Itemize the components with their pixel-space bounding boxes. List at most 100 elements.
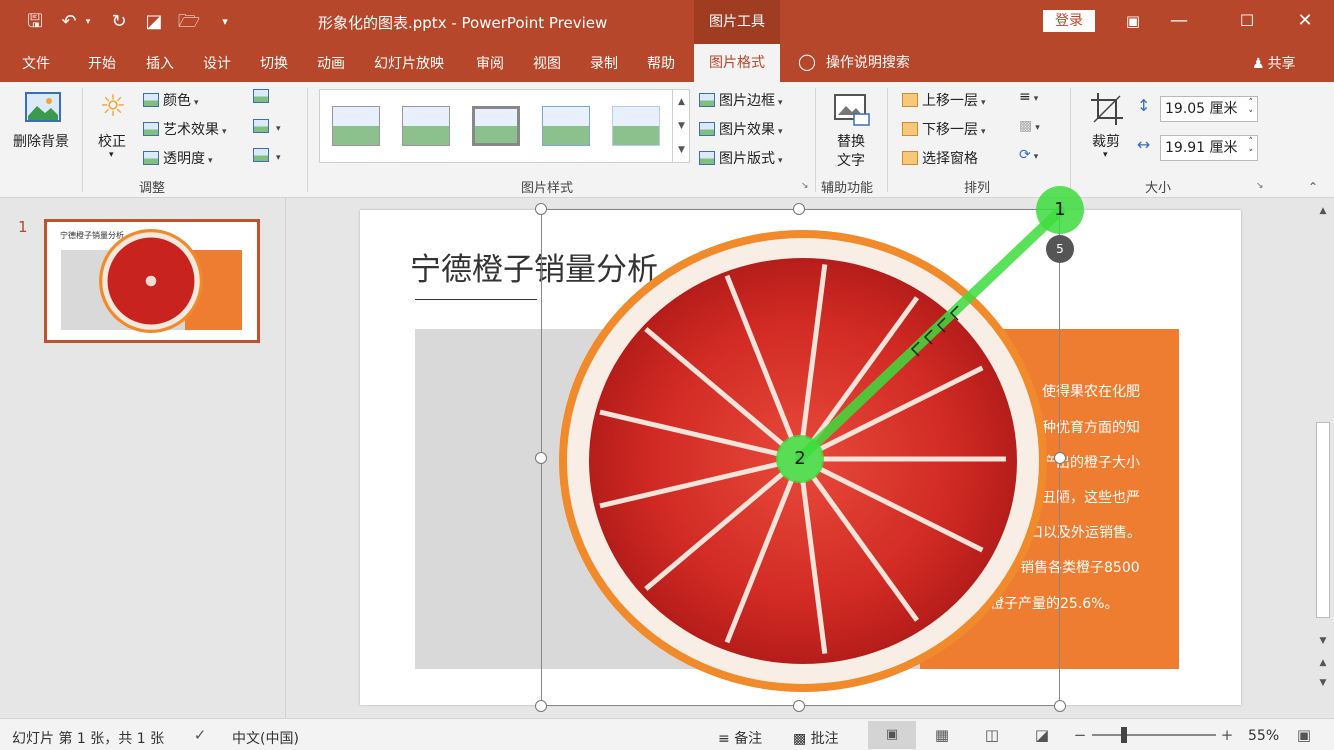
scroll-up-icon[interactable]: ▲ [1316, 204, 1330, 218]
style-thumb-5[interactable] [612, 106, 660, 146]
next-slide-icon[interactable]: ▼ [1316, 676, 1330, 690]
collapse-ribbon-icon[interactable]: ⌃ [1308, 180, 1318, 194]
ribbon: 删除背景 ☼ 校正 ▾ 颜色 ▾ 艺术效果 ▾ 透明度 ▾ ▾ ▾ 调整 ▲ ▼ ▼ … [0, 82, 1334, 198]
picture-styles-launcher-icon[interactable]: ↘ [801, 181, 809, 191]
minimize-icon[interactable]: — [1156, 0, 1202, 44]
fit-to-window-icon[interactable]: ▣ [1293, 725, 1315, 745]
tab-file[interactable]: 文件 [22, 53, 50, 73]
accessibility-check-icon[interactable]: ✓ [189, 725, 211, 745]
dropdown-icon: ▾ [194, 98, 199, 108]
close-icon[interactable]: ✕ [1282, 0, 1328, 44]
group-label-accessibility: 辅助功能 [821, 181, 874, 196]
align-button[interactable]: ≡ ▾ [1019, 89, 1038, 105]
artistic-effects-label: 艺术效果 [163, 122, 219, 138]
slide-sorter-icon[interactable]: ▦ [931, 725, 953, 745]
color-button[interactable]: 颜色 ▾ [143, 90, 199, 110]
language-indicator[interactable]: 中文(中国) [232, 728, 299, 748]
transparency-button[interactable]: 透明度 ▾ [143, 148, 213, 168]
body-line-1: 使得果农在化肥 [1042, 384, 1140, 400]
save-icon[interactable]: 🖫 [22, 9, 48, 35]
open-folder-icon[interactable]: 🗁 [176, 9, 202, 35]
picture-effects-button[interactable]: 图片效果 ▾ [699, 119, 783, 139]
reset-picture-button[interactable]: ▾ [253, 148, 281, 164]
undo-icon[interactable]: ↶ [56, 9, 82, 35]
tell-me-search[interactable]: ◯ 操作说明搜索 [798, 52, 910, 72]
zoom-in-icon[interactable]: + [1216, 725, 1238, 745]
resize-handle-right[interactable] [1054, 452, 1066, 464]
dropdown-icon: ▾ [1035, 123, 1040, 133]
redo-icon[interactable]: ↻ [106, 9, 132, 35]
group-objects-icon: ▩ [1019, 118, 1033, 134]
change-picture-button[interactable]: ▾ [253, 119, 281, 135]
ribbon-display-options-icon[interactable]: ▣ [1110, 0, 1156, 44]
dropdown-icon: ▾ [981, 98, 986, 108]
selection-pane-label: 选择窗格 [922, 151, 978, 167]
tab-help[interactable]: 帮助 [647, 53, 675, 73]
rotate-button[interactable]: ⟳ ▾ [1019, 147, 1038, 163]
style-thumb-1[interactable] [332, 106, 380, 146]
tab-animations[interactable]: 动画 [317, 53, 345, 73]
scroll-thumb[interactable] [1316, 422, 1330, 618]
comment-icon: ▩ [793, 731, 811, 747]
resize-handle-top[interactable] [793, 203, 805, 215]
zoom-slider[interactable] [1092, 734, 1216, 736]
tab-review[interactable]: 审阅 [476, 53, 504, 73]
normal-view-button[interactable]: ▣ [868, 721, 916, 749]
share-button[interactable]: ♟ 共享 [1252, 53, 1296, 73]
zoom-out-icon[interactable]: − [1069, 725, 1091, 745]
body-line-4: 丑陋，这些也严 [1042, 490, 1140, 506]
reading-view-icon[interactable]: ◫ [981, 725, 1003, 745]
maximize-icon[interactable]: ☐ [1224, 0, 1270, 44]
gallery-scroll-up-icon[interactable]: ▲ [672, 90, 690, 114]
slideshow-view-icon[interactable]: ◪ [1031, 725, 1053, 745]
resize-handle-bottom-left[interactable] [535, 700, 547, 712]
style-thumb-3[interactable] [472, 106, 520, 146]
width-spinner-icon[interactable]: ˄ ˅ [1249, 136, 1254, 160]
gallery-more-icon[interactable]: ▼ [672, 138, 690, 162]
sign-in-button[interactable]: 登录 [1043, 10, 1095, 32]
scroll-down-icon[interactable]: ▼ [1316, 634, 1330, 648]
style-thumb-2[interactable] [402, 106, 450, 146]
customize-qat-icon[interactable]: ▾ [212, 9, 238, 35]
undo-dropdown-icon[interactable]: ▾ [82, 9, 94, 35]
previous-slide-icon[interactable]: ▲ [1316, 656, 1330, 670]
gallery-scroll-down-icon[interactable]: ▼ [672, 114, 690, 138]
picture-layout-button[interactable]: 图片版式 ▾ [699, 148, 783, 168]
tab-insert[interactable]: 插入 [146, 53, 174, 73]
selection-pane-button[interactable]: 选择窗格 [902, 148, 978, 168]
height-spinner-icon[interactable]: ˄ ˅ [1249, 97, 1254, 121]
resize-handle-top-left[interactable] [535, 203, 547, 215]
tab-record[interactable]: 录制 [590, 53, 618, 73]
vertical-scrollbar[interactable]: ▲ ▼ ▲ ▼ [1312, 198, 1334, 718]
group-button[interactable]: ▩ ▾ [1019, 118, 1040, 134]
artistic-effects-button[interactable]: 艺术效果 ▾ [143, 119, 227, 139]
tab-home[interactable]: 开始 [88, 53, 116, 73]
compress-pictures-icon[interactable] [253, 89, 273, 105]
zoom-level[interactable]: 55% [1248, 728, 1279, 744]
tab-transitions[interactable]: 切换 [260, 53, 288, 73]
style-thumb-4[interactable] [542, 106, 590, 146]
bring-forward-button[interactable]: 上移一层 ▾ [902, 90, 986, 110]
shape-height-input[interactable]: 19.05 厘米 ˄ ˅ [1160, 96, 1258, 122]
slide-thumbnail[interactable]: 宁德橙子销量分析 [44, 219, 260, 343]
resize-handle-left[interactable] [535, 452, 547, 464]
shape-height-icon: ↕ [1137, 96, 1151, 115]
dropdown-icon: ▾ [981, 127, 986, 137]
shape-width-input[interactable]: 19.91 厘米 ˄ ˅ [1160, 135, 1258, 161]
notes-button[interactable]: ≡ 备注 [718, 728, 762, 748]
resize-handle-bottom-right[interactable] [1054, 700, 1066, 712]
picture-layout-icon [699, 151, 715, 165]
comments-button[interactable]: ▩ 批注 [793, 728, 839, 748]
size-launcher-icon[interactable]: ↘ [1256, 181, 1264, 191]
zoom-slider-thumb[interactable] [1121, 727, 1127, 743]
picture-border-button[interactable]: 图片边框 ▾ [699, 90, 783, 110]
send-backward-button[interactable]: 下移一层 ▾ [902, 119, 986, 139]
tab-slideshow[interactable]: 幻灯片放映 [374, 53, 444, 73]
tab-view[interactable]: 视图 [533, 53, 561, 73]
present-from-start-icon[interactable]: ◪ [141, 9, 167, 35]
resize-handle-bottom[interactable] [793, 700, 805, 712]
send-backward-icon [902, 122, 918, 136]
tab-picture-format[interactable]: 图片格式 [694, 44, 780, 82]
picture-tools-group: 图片工具 [694, 0, 780, 44]
tab-design[interactable]: 设计 [203, 53, 231, 73]
